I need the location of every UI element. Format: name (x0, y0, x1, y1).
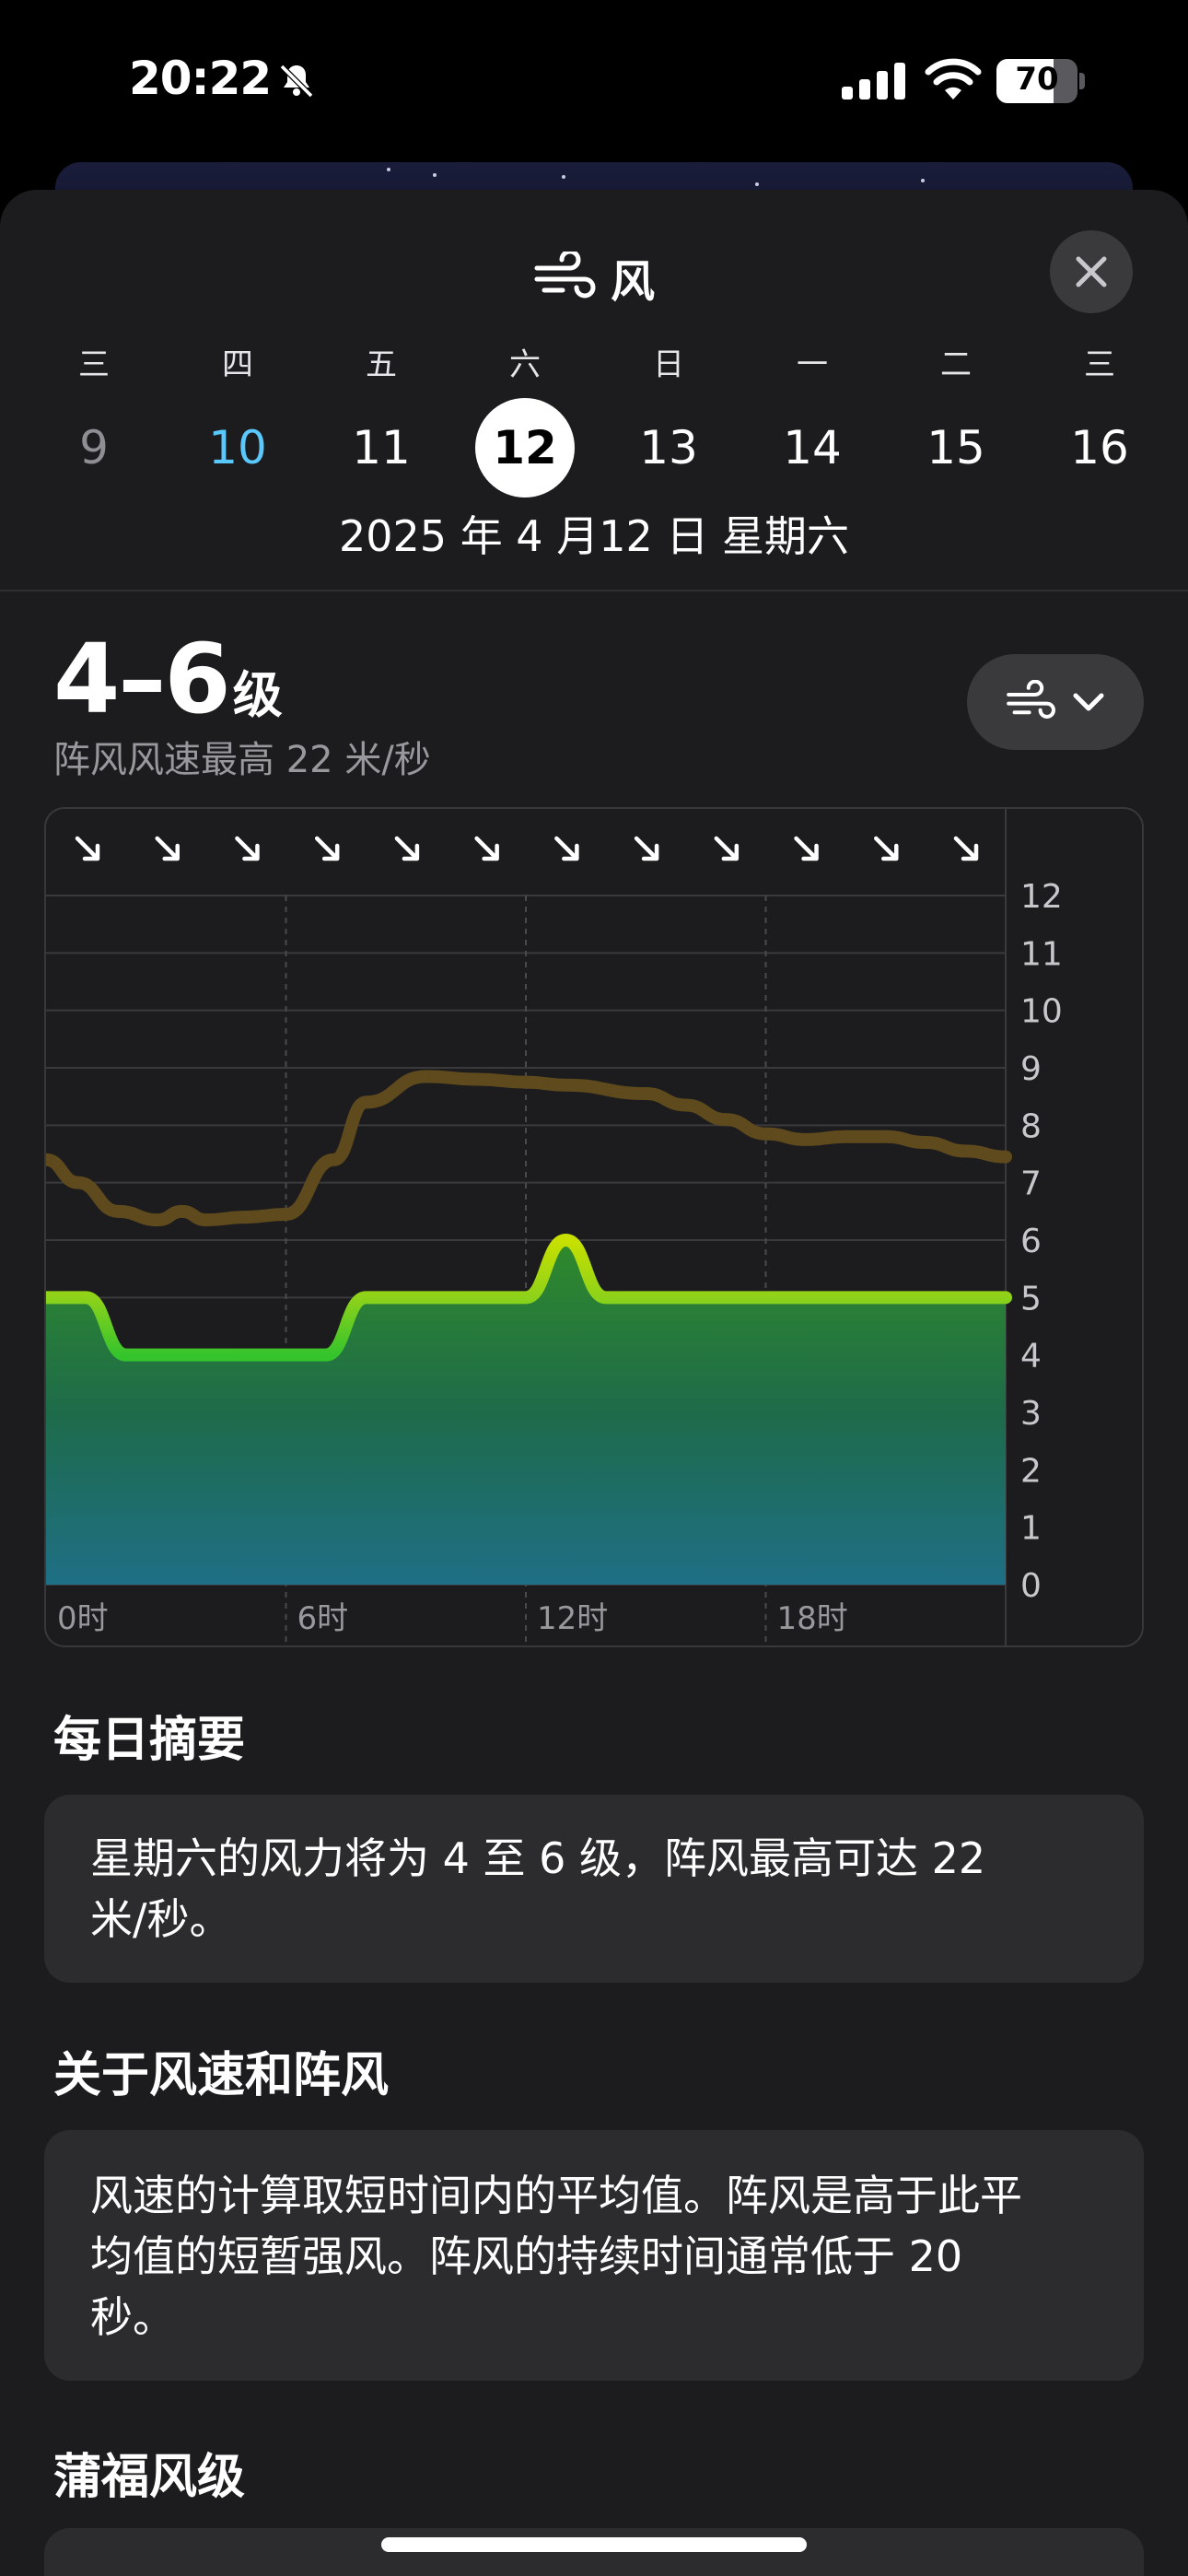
daily-summary-card: 星期六的风力将为 4 至 6 级，阵风最高可达 22 米/秒。 (44, 1795, 1144, 1983)
date-item[interactable]: 15 (906, 398, 1006, 498)
weekday-label: 六 (509, 346, 541, 383)
x-tick-label: 6时 (297, 1600, 349, 1637)
about-text: 风速的计算取短时间内的平均值。阵风是高于此平均值的短暂强风。阵风的持续时间通常低… (90, 2171, 1022, 2342)
battery-icon: 70 (996, 59, 1085, 103)
chevron-down-icon (1073, 693, 1104, 711)
wind-direction-arrow (634, 836, 659, 861)
about-card: 风速的计算取短时间内的平均值。阵风是高于此平均值的短暂强风。阵风的持续时间通常低… (44, 2130, 1144, 2381)
gust-summary: 阵风风速最高 22 米/秒 (53, 739, 431, 781)
wind-icon (1007, 680, 1055, 719)
beaufort-table-header: 级 描述 米/秒 (44, 2528, 1144, 2576)
weekday-label: 五 (366, 346, 397, 383)
wind-direction-arrow (794, 836, 819, 861)
wind-direction-arrow (235, 836, 260, 861)
y-tick-label: 3 (1020, 1395, 1042, 1433)
close-icon (1076, 256, 1107, 287)
divider (0, 590, 1188, 591)
y-tick-label: 4 (1020, 1338, 1042, 1376)
col-level: 级 (90, 2565, 133, 2576)
wind-direction-arrow (953, 836, 979, 861)
wind-chart[interactable]: 12 11 10 9 8 7 6 5 4 3 2 1 0 0时 6时 12时 18时 (44, 807, 1144, 1647)
chart-mode-selector[interactable] (967, 654, 1144, 750)
date-row: 9 10 11 12 13 14 15 16 (0, 398, 1188, 499)
date-item-selected[interactable]: 12 (475, 398, 575, 498)
date-item[interactable]: 14 (763, 398, 862, 498)
x-tick-label: 0时 (57, 1600, 109, 1637)
col-description: 描述 (274, 2565, 359, 2576)
weekday-label: 四 (222, 346, 253, 383)
bell-slash-icon (279, 64, 314, 99)
wind-detail-sheet: 风 三 四 五 六 日 一 二 三 9 10 11 12 13 14 15 16… (0, 190, 1188, 2576)
wifi-icon (925, 58, 982, 100)
wind-icon (534, 252, 596, 299)
weekday-row: 三 四 五 六 日 一 二 三 (0, 339, 1188, 385)
y-tick-label: 5 (1020, 1280, 1042, 1317)
y-tick-label: 9 (1020, 1050, 1042, 1088)
y-tick-label: 8 (1020, 1107, 1042, 1145)
daily-summary-title: 每日摘要 (53, 1713, 246, 1768)
date-item[interactable]: 11 (332, 398, 431, 498)
weekday-label: 日 (653, 346, 684, 383)
wind-direction-arrow (714, 836, 740, 861)
weekday-label: 一 (797, 346, 828, 383)
home-indicator[interactable] (381, 2537, 807, 2552)
sheet-header: 风 (0, 245, 1188, 310)
about-title: 关于风速和阵风 (53, 2048, 390, 2103)
wind-direction-arrow (554, 836, 579, 861)
selected-full-date: 2025 年 4 月12 日 星期六 (339, 511, 849, 561)
battery-level: 70 (1015, 61, 1059, 98)
wind-direction-arrow (314, 836, 340, 861)
col-speed: 米/秒 (864, 2565, 963, 2576)
date-item-today[interactable]: 10 (188, 398, 287, 498)
weekday-label: 三 (78, 346, 110, 383)
y-tick-label: 12 (1020, 878, 1063, 916)
y-tick-label: 10 (1020, 993, 1063, 1031)
sheet-title: 风 (610, 256, 655, 308)
wind-direction-arrow (874, 836, 899, 861)
wind-direction-arrow (75, 836, 100, 861)
beaufort-title: 蒲福风级 (53, 2450, 246, 2505)
x-tick-label: 12时 (537, 1600, 608, 1637)
y-tick-label: 0 (1020, 1567, 1042, 1605)
y-tick-label: 1 (1020, 1510, 1042, 1548)
date-item[interactable]: 16 (1050, 398, 1149, 498)
x-tick-label: 18时 (777, 1600, 848, 1637)
wind-direction-arrow (474, 836, 499, 861)
weekday-label: 二 (940, 346, 972, 383)
y-tick-label: 2 (1020, 1452, 1042, 1490)
wind-direction-arrow (394, 836, 420, 861)
wind-direction-arrow (155, 836, 180, 861)
weekday-label: 三 (1084, 346, 1115, 383)
status-bar: 20:22 70 (0, 0, 1188, 157)
y-tick-label: 11 (1020, 935, 1063, 973)
wind-chart-svg: 12111098765432100时 6时 12时 18时 (46, 809, 1063, 1645)
wind-range-value: 4–6 (53, 623, 231, 735)
y-tick-label: 6 (1020, 1223, 1042, 1260)
wind-range-unit: 级 (232, 666, 283, 724)
date-item[interactable]: 9 (44, 398, 144, 498)
daily-summary-text: 星期六的风力将为 4 至 6 级，阵风最高可达 22 米/秒。 (90, 1833, 986, 1944)
cellular-signal-icon (842, 63, 905, 100)
wind-range: 4–6级 (53, 623, 283, 735)
status-time: 20:22 (129, 52, 272, 105)
y-tick-label: 7 (1020, 1165, 1042, 1203)
close-button[interactable] (1050, 230, 1133, 313)
date-item[interactable]: 13 (619, 398, 718, 498)
